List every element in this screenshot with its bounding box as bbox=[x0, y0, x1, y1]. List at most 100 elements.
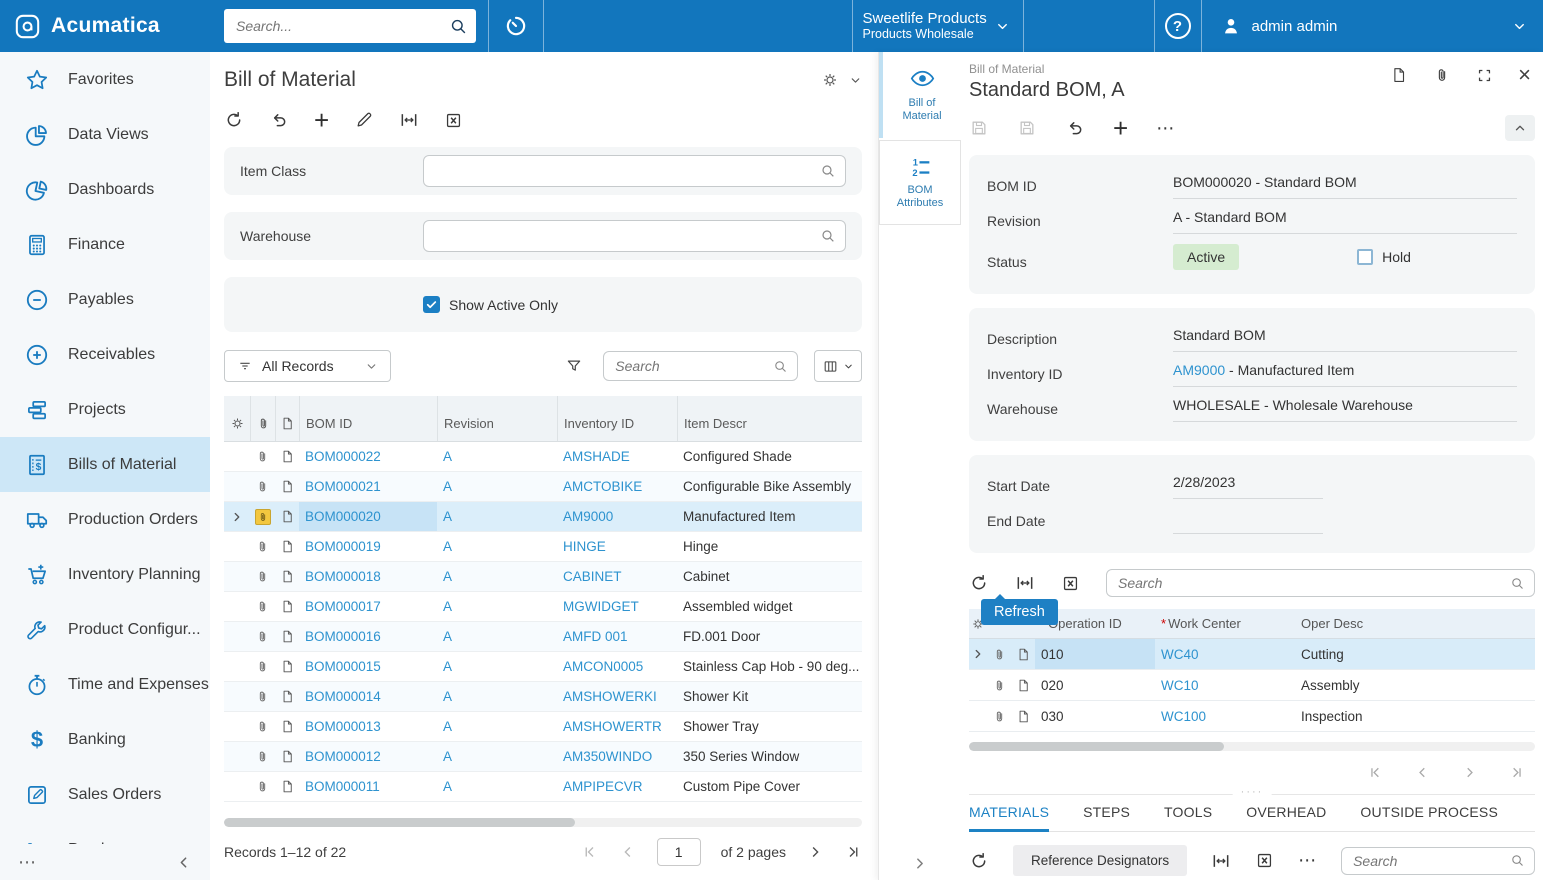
paperclip-icon[interactable] bbox=[255, 719, 270, 734]
horizontal-scrollbar[interactable] bbox=[969, 742, 1535, 751]
search-icon[interactable] bbox=[820, 163, 836, 179]
tab-bom-attributes[interactable]: BOMAttributes bbox=[879, 140, 961, 225]
item-class-field[interactable] bbox=[433, 162, 820, 180]
sidebar-item-payables[interactable]: Payables bbox=[0, 272, 210, 327]
sidebar-item-production-orders[interactable]: Production Orders bbox=[0, 492, 210, 547]
search-icon[interactable] bbox=[820, 228, 836, 244]
paperclip-icon[interactable] bbox=[255, 689, 270, 704]
note-icon[interactable] bbox=[1016, 678, 1031, 693]
revision-link[interactable]: A bbox=[437, 562, 557, 591]
table-row[interactable]: BOM000011 A AMPIPECVR Custom Pipe Cover bbox=[224, 772, 862, 802]
sidebar-item-dashboards[interactable]: Dashboards bbox=[0, 162, 210, 217]
sidebar-item-favorites[interactable]: Favorites bbox=[0, 52, 210, 107]
operations-search[interactable] bbox=[1106, 569, 1535, 597]
bom-id-link[interactable]: BOM000016 bbox=[299, 622, 437, 651]
note-icon[interactable] bbox=[280, 629, 295, 644]
table-row[interactable]: BOM000022 A AMSHADE Configured Shade bbox=[224, 442, 862, 472]
show-active-checkbox[interactable] bbox=[423, 296, 440, 313]
paperclip-icon[interactable] bbox=[992, 709, 1007, 724]
revision-link[interactable]: A bbox=[437, 622, 557, 651]
company-selector[interactable]: Sweetlife Products Products Wholesale bbox=[852, 0, 1024, 52]
global-search-input[interactable] bbox=[234, 17, 449, 35]
note-icon[interactable] bbox=[280, 749, 295, 764]
paperclip-icon[interactable] bbox=[255, 659, 270, 674]
first-page-button[interactable] bbox=[1367, 764, 1384, 781]
next-page-button[interactable] bbox=[806, 843, 824, 861]
operation-row-selected[interactable]: 010 WC40 Cutting bbox=[969, 639, 1535, 670]
business-date-button[interactable] bbox=[489, 13, 543, 39]
materials-search[interactable] bbox=[1341, 847, 1535, 875]
grid-search[interactable] bbox=[603, 351, 798, 381]
bom-id-link[interactable]: BOM000020 bbox=[299, 502, 437, 531]
note-icon[interactable] bbox=[280, 659, 295, 674]
col-revision[interactable]: Revision bbox=[437, 396, 557, 441]
end-date-value[interactable] bbox=[1173, 509, 1323, 534]
scrollbar-thumb[interactable] bbox=[224, 818, 575, 827]
revision-link[interactable]: A bbox=[437, 742, 557, 771]
inventory-id-link[interactable]: AM9000 bbox=[557, 502, 677, 531]
paperclip-icon[interactable] bbox=[255, 629, 270, 644]
note-icon[interactable] bbox=[280, 569, 295, 584]
last-page-button[interactable] bbox=[1508, 764, 1525, 781]
paperclip-icon[interactable] bbox=[255, 539, 270, 554]
work-center-link[interactable]: WC10 bbox=[1155, 670, 1295, 700]
refresh-button[interactable] bbox=[224, 110, 244, 130]
sidebar-item-data-views[interactable]: Data Views bbox=[0, 107, 210, 162]
fit-width-button[interactable] bbox=[399, 110, 419, 130]
revision-link[interactable]: A bbox=[437, 532, 557, 561]
bom-id-link[interactable]: BOM000018 bbox=[299, 562, 437, 591]
tab-steps[interactable]: STEPS bbox=[1083, 804, 1130, 831]
bom-id-link[interactable]: BOM000013 bbox=[299, 712, 437, 741]
revision-link[interactable]: A bbox=[437, 652, 557, 681]
attachments-icon[interactable] bbox=[1433, 66, 1451, 84]
table-row[interactable]: BOM000015 A AMCON0005 Stainless Cap Hob … bbox=[224, 652, 862, 682]
col-inventory-id[interactable]: Inventory ID bbox=[557, 396, 677, 441]
inventory-id-link[interactable]: AMFD 001 bbox=[557, 622, 677, 651]
paperclip-icon[interactable] bbox=[992, 678, 1007, 693]
refresh-button[interactable] bbox=[969, 573, 989, 593]
save-close-button[interactable] bbox=[969, 118, 989, 138]
bom-id-link[interactable]: BOM000022 bbox=[299, 442, 437, 471]
inventory-id-link[interactable]: HINGE bbox=[557, 532, 677, 561]
maximize-icon[interactable] bbox=[1476, 67, 1493, 84]
sidebar-item-inventory-planning[interactable]: Inventory Planning bbox=[0, 547, 210, 602]
operation-row[interactable]: 020 WC10 Assembly bbox=[969, 670, 1535, 701]
add-record-button[interactable]: + bbox=[1113, 119, 1128, 137]
paperclip-icon[interactable] bbox=[255, 779, 270, 794]
table-row[interactable]: BOM000019 A HINGE Hinge bbox=[224, 532, 862, 562]
bom-id-value[interactable]: BOM000020 - Standard BOM bbox=[1173, 174, 1517, 199]
warehouse-field[interactable] bbox=[433, 227, 820, 245]
sidebar-item-sales-orders[interactable]: Sales Orders bbox=[0, 767, 210, 822]
note-icon[interactable] bbox=[280, 479, 295, 494]
refresh-button[interactable] bbox=[969, 851, 989, 871]
fit-width-button[interactable] bbox=[1015, 573, 1035, 593]
inventory-id-link[interactable]: AMSHADE bbox=[557, 442, 677, 471]
operation-id-cell[interactable]: 030 bbox=[1035, 701, 1155, 731]
tab-bill-of-material[interactable]: Bill ofMaterial bbox=[879, 52, 961, 138]
table-row[interactable]: BOM000021 A AMCTOBIKE Configurable Bike … bbox=[224, 472, 862, 502]
start-date-value[interactable]: 2/28/2023 bbox=[1173, 474, 1323, 499]
last-page-button[interactable] bbox=[844, 843, 862, 861]
page-number-input[interactable] bbox=[657, 838, 701, 866]
table-row[interactable]: BOM000014 A AMSHOWERKI Shower Kit bbox=[224, 682, 862, 712]
paperclip-icon[interactable] bbox=[255, 479, 270, 494]
col-oper-desc[interactable]: Oper Desc bbox=[1295, 616, 1535, 631]
chevron-down-icon[interactable] bbox=[849, 74, 862, 87]
inventory-id-link[interactable]: AMSHOWERTR bbox=[557, 712, 677, 741]
more-actions-button[interactable]: ⋯ bbox=[1156, 118, 1175, 139]
note-icon[interactable] bbox=[1016, 647, 1031, 662]
tab-outside-process[interactable]: OUTSIDE PROCESS bbox=[1360, 804, 1498, 831]
inventory-id-link[interactable]: AM9000 bbox=[1173, 362, 1225, 378]
bom-id-link[interactable]: BOM000014 bbox=[299, 682, 437, 711]
scrollbar-thumb[interactable] bbox=[969, 742, 1224, 751]
reference-designators-button[interactable]: Reference Designators bbox=[1013, 845, 1187, 876]
revision-value[interactable]: A - Standard BOM bbox=[1173, 209, 1517, 234]
warehouse-input[interactable] bbox=[423, 220, 846, 252]
records-filter-dropdown[interactable]: All Records bbox=[224, 350, 391, 382]
prev-page-button[interactable] bbox=[1414, 764, 1431, 781]
table-row[interactable]: BOM000013 A AMSHOWERTR Shower Tray bbox=[224, 712, 862, 742]
next-page-button[interactable] bbox=[1461, 764, 1478, 781]
acumatica-logo[interactable]: Acumatica bbox=[0, 13, 210, 40]
save-button[interactable] bbox=[1017, 118, 1037, 138]
note-icon[interactable] bbox=[280, 689, 295, 704]
